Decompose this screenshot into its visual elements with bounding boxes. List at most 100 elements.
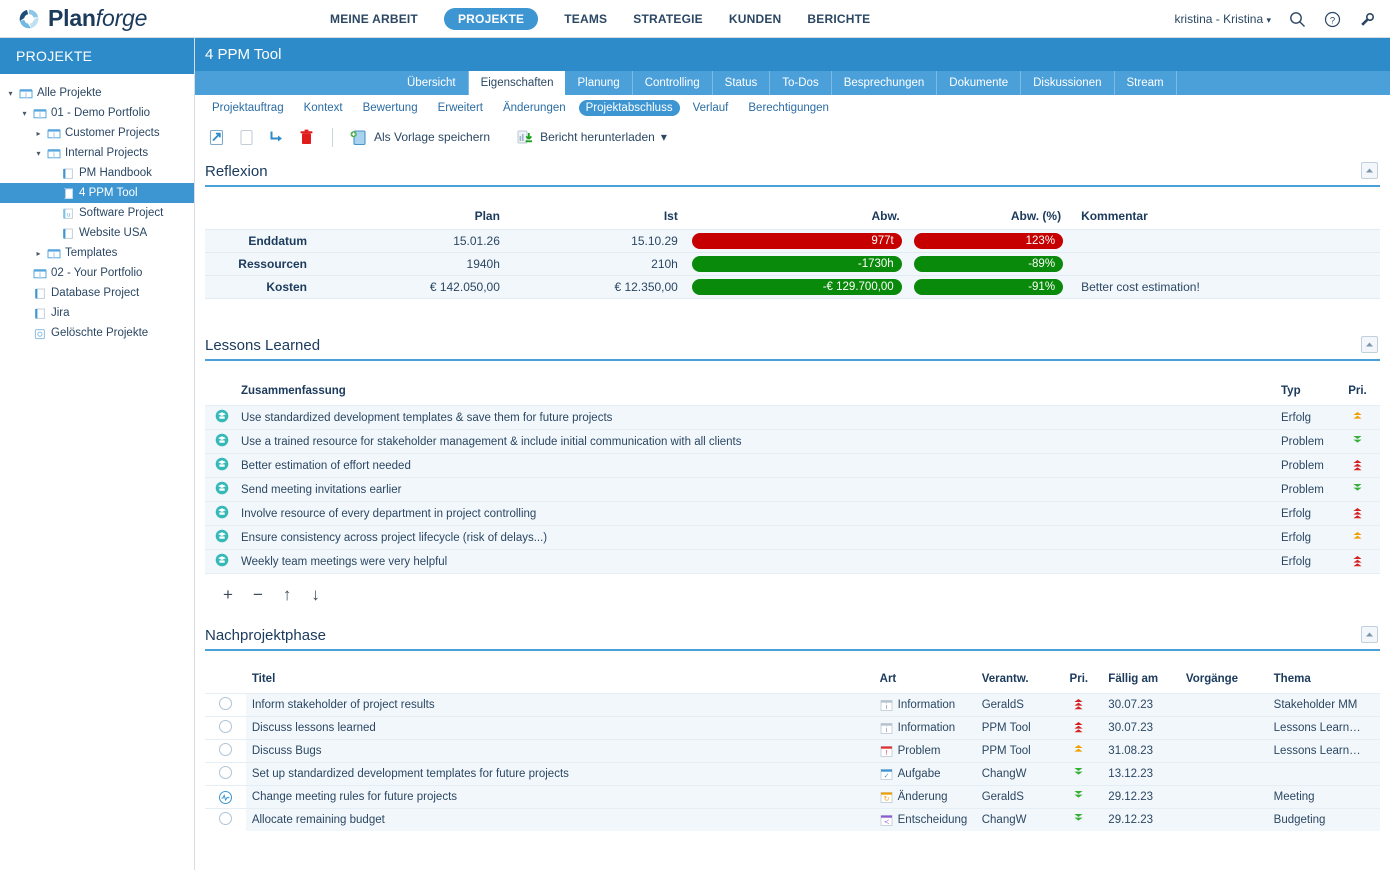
app-logo[interactable]: Planforge — [0, 5, 330, 32]
status-open-icon[interactable] — [219, 812, 232, 825]
nachprojektphase-collapse-button[interactable] — [1361, 626, 1378, 643]
npp-verantw-header[interactable]: Verantw. — [976, 673, 1056, 694]
table-row[interactable]: Set up standardized development template… — [205, 762, 1380, 786]
tree-item-01-demo-portfolio[interactable]: ▾ 01 - Demo Portfolio — [0, 103, 194, 123]
ll-type-header[interactable]: Typ — [1275, 385, 1335, 406]
tab-to-dos[interactable]: To-Dos — [770, 71, 832, 95]
tree-item-02-your-portfolio[interactable]: 02 - Your Portfolio — [0, 263, 194, 283]
tab-controlling[interactable]: Controlling — [633, 71, 713, 95]
status-active-icon[interactable] — [219, 790, 232, 804]
reflexion-collapse-button[interactable] — [1361, 162, 1378, 179]
tab-eigenschaften[interactable]: Eigenschaften — [468, 71, 566, 95]
tree-item-website-usa[interactable]: Website USA — [0, 223, 194, 243]
tree-twisty-icon[interactable]: ▸ — [32, 249, 45, 258]
nav-item-berichte[interactable]: BERICHTE — [807, 12, 870, 26]
table-row[interactable]: Inform stakeholder of project results i In… — [205, 693, 1380, 717]
status-open-icon[interactable] — [219, 697, 232, 710]
nachprojektphase-table: Titel Art Verantw. Pri. Fällig am Vorgän… — [205, 673, 1380, 831]
move-icon[interactable] — [265, 128, 288, 147]
tab-dokumente[interactable]: Dokumente — [937, 71, 1022, 95]
tab-stream[interactable]: Stream — [1115, 71, 1177, 95]
settings-wrench-icon[interactable] — [1359, 11, 1376, 28]
ll-priority-header[interactable]: Pri. — [1335, 385, 1380, 406]
subtab--nderungen[interactable]: Änderungen — [496, 100, 573, 116]
status-open-icon[interactable] — [219, 720, 232, 733]
help-icon[interactable]: ? — [1324, 11, 1341, 28]
user-menu[interactable]: kristina - Kristina ▾ — [1174, 12, 1271, 26]
reflexion-col-ist: Ist — [663, 209, 678, 223]
npp-pri-header[interactable]: Pri. — [1055, 673, 1102, 694]
tree-item-database-project[interactable]: Database Project — [0, 283, 194, 303]
npp-titel-header[interactable]: Titel — [246, 673, 874, 694]
move-down-button[interactable]: ↓ — [311, 586, 320, 603]
lesson-learned-icon — [215, 505, 229, 519]
status-open-icon[interactable] — [219, 766, 232, 779]
tab-status[interactable]: Status — [713, 71, 771, 95]
nav-item-meine-arbeit[interactable]: MEINE ARBEIT — [330, 12, 418, 26]
tab-diskussionen[interactable]: Diskussionen — [1021, 71, 1115, 95]
table-row[interactable]: Better estimation of effort needed Proble… — [205, 453, 1380, 478]
search-icon[interactable] — [1289, 11, 1306, 28]
copy-icon[interactable] — [235, 128, 258, 147]
tree-item-pm-handbook[interactable]: PM Handbook — [0, 163, 194, 183]
npp-vorgaenge-header[interactable]: Vorgänge — [1180, 673, 1268, 694]
tree-item-jira[interactable]: Jira — [0, 303, 194, 323]
remove-row-button[interactable]: − — [253, 586, 263, 603]
table-row[interactable]: Change meeting rules for future projects… — [205, 785, 1380, 809]
tree-item-alle-projekte[interactable]: ▾ Alle Projekte — [0, 83, 194, 103]
subtab-berechtigungen[interactable]: Berechtigungen — [741, 100, 836, 116]
lesson-learned-icon — [215, 481, 229, 495]
status-open-icon[interactable] — [219, 743, 232, 756]
tree-item-internal-projects[interactable]: ▾ Internal Projects — [0, 143, 194, 163]
change-orange-icon: ↻ — [880, 791, 893, 803]
npp-art-header[interactable]: Art — [874, 673, 976, 694]
ll-summary-header[interactable]: Zusammenfassung — [235, 385, 1275, 406]
nav-item-projekte[interactable]: PROJEKTE — [443, 7, 539, 30]
table-row[interactable]: Ensure consistency across project lifecy… — [205, 525, 1380, 550]
table-row[interactable]: Use a trained resource for stakeholder m… — [205, 429, 1380, 454]
tab-besprechungen[interactable]: Besprechungen — [832, 71, 938, 95]
npp-faellig-header[interactable]: Fällig am — [1102, 673, 1180, 694]
nav-item-strategie[interactable]: STRATEGIE — [633, 12, 703, 26]
add-row-button[interactable]: + — [223, 586, 233, 603]
subtab-projektauftrag[interactable]: Projektauftrag — [205, 100, 291, 116]
tree-item-templates[interactable]: ▸ Templates — [0, 243, 194, 263]
tree-twisty-icon[interactable]: ▾ — [4, 89, 17, 98]
lesson-priority — [1335, 477, 1380, 502]
tab-planung[interactable]: Planung — [565, 71, 633, 95]
subtab-bewertung[interactable]: Bewertung — [356, 100, 425, 116]
table-row[interactable]: Send meeting invitations earlier Problem — [205, 477, 1380, 502]
subtab-erweitert[interactable]: Erweitert — [431, 100, 490, 116]
lessons-learned-collapse-button[interactable] — [1361, 336, 1378, 353]
delete-icon[interactable] — [295, 128, 318, 147]
npp-thema-header[interactable]: Thema — [1268, 673, 1380, 694]
tree-item-label: Templates — [65, 247, 118, 259]
folder-icon — [47, 128, 60, 138]
subtab-kontext[interactable]: Kontext — [297, 100, 350, 116]
subtab-projektabschluss[interactable]: Projektabschluss — [578, 100, 680, 116]
tab--bersicht[interactable]: Übersicht — [395, 71, 469, 95]
tree-item-4-ppm-tool[interactable]: 4 PPM Tool — [0, 183, 194, 203]
tree-item-gel-schte-projekte[interactable]: Gelöschte Projekte — [0, 323, 194, 343]
tree-twisty-icon[interactable]: ▾ — [32, 149, 45, 158]
nav-item-kunden[interactable]: KUNDEN — [729, 12, 782, 26]
download-report-button[interactable]: Bericht herunterladen ▾ — [513, 128, 669, 147]
table-row[interactable]: Discuss Bugs! Problem PPM Tool 31.08.23 Less… — [205, 739, 1380, 763]
tree-twisty-icon[interactable]: ▸ — [32, 129, 45, 138]
table-row[interactable]: Allocate remaining budget ≺ Entscheidung Ch… — [205, 808, 1380, 831]
subtab-verlauf[interactable]: Verlauf — [686, 100, 736, 116]
table-row[interactable]: Use standardized development templates &… — [205, 405, 1380, 430]
table-row[interactable]: Weekly team meetings were very helpful Er… — [205, 549, 1380, 574]
tree-item-customer-projects[interactable]: ▸ Customer Projects — [0, 123, 194, 143]
nav-item-teams[interactable]: TEAMS — [564, 12, 607, 26]
reflexion-title: Reflexion — [205, 163, 268, 180]
save-as-template-button[interactable]: Als Vorlage speichern — [347, 128, 492, 147]
lesson-learned-icon — [215, 553, 229, 567]
open-project-icon[interactable] — [205, 128, 228, 147]
save-as-template-label: Als Vorlage speichern — [374, 130, 491, 144]
tree-item-software-project[interactable]: u Software Project — [0, 203, 194, 223]
move-up-button[interactable]: ↑ — [283, 586, 292, 603]
table-row[interactable]: Discuss lessons learned i Information PPM T… — [205, 716, 1380, 740]
table-row[interactable]: Involve resource of every department in … — [205, 501, 1380, 526]
tree-twisty-icon[interactable]: ▾ — [18, 109, 31, 118]
